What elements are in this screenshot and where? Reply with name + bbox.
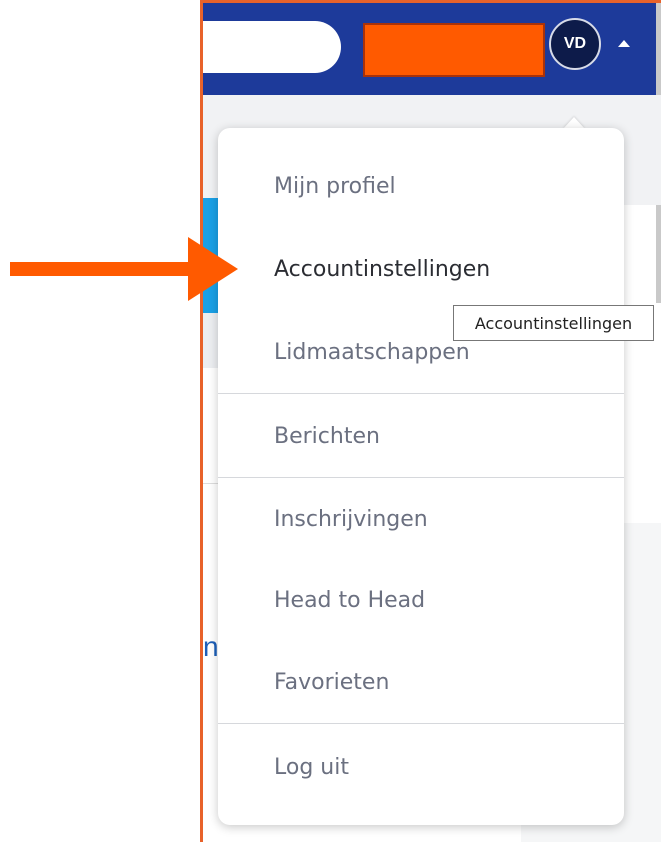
menu-item-head-to-head[interactable]: Head to Head [274,588,425,613]
user-avatar-button[interactable]: VD [549,18,601,70]
top-navigation-bar: VD [203,3,661,95]
avatar-initials: VD [563,35,587,52]
menu-item-log-uit[interactable]: Log uit [274,755,349,780]
menu-item-mijn-profiel[interactable]: Mijn profiel [274,174,396,199]
annotation-arrow-icon [10,237,238,301]
menu-item-accountinstellingen[interactable]: Accountinstellingen [274,257,490,282]
menu-item-favorieten[interactable]: Favorieten [274,670,389,695]
menu-item-berichten[interactable]: Berichten [274,424,380,449]
menu-item-inschrijvingen[interactable]: Inschrijvingen [274,507,428,532]
menu-item-lidmaatschappen[interactable]: Lidmaatschappen [274,340,470,365]
menu-separator [218,723,624,724]
redacted-username [363,23,545,77]
caret-up-icon[interactable] [618,40,630,47]
menu-separator [218,393,624,394]
background-partial-text: n [203,631,219,662]
menu-separator [218,477,624,478]
search-input[interactable] [203,21,341,73]
tooltip: Accountinstellingen [453,305,654,341]
user-dropdown-menu: Mijn profiel Accountinstellingen Lidmaat… [218,128,624,825]
